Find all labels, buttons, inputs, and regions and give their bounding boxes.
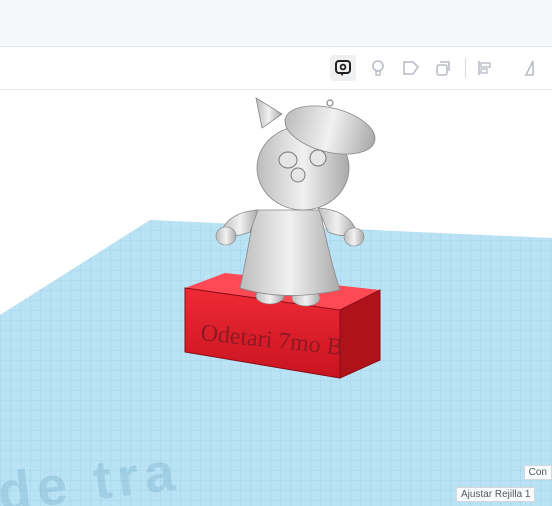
3d-workplane-viewport[interactable]: Odetari 7mo B de tra Con Ajustar Rejilla… (0, 90, 552, 506)
align-icon[interactable] (472, 55, 498, 81)
top-header-bar (0, 0, 552, 47)
duplicate-icon[interactable] (430, 55, 456, 81)
lightbulb-icon[interactable] (365, 55, 391, 81)
workplane-scene: Odetari 7mo B (0, 97, 552, 506)
mirror-icon[interactable] (520, 55, 546, 81)
corner-label[interactable]: Con (523, 465, 552, 480)
snap-grid-button[interactable]: Ajustar Rejilla 1 (456, 487, 536, 502)
snap-grid-value: 1 (524, 489, 531, 500)
toolbar (0, 47, 552, 90)
snap-grid-label: Ajustar Rejilla (461, 489, 523, 500)
toolbar-separator (465, 58, 466, 78)
shape-icon[interactable] (398, 55, 424, 81)
comment-icon[interactable] (330, 55, 356, 81)
